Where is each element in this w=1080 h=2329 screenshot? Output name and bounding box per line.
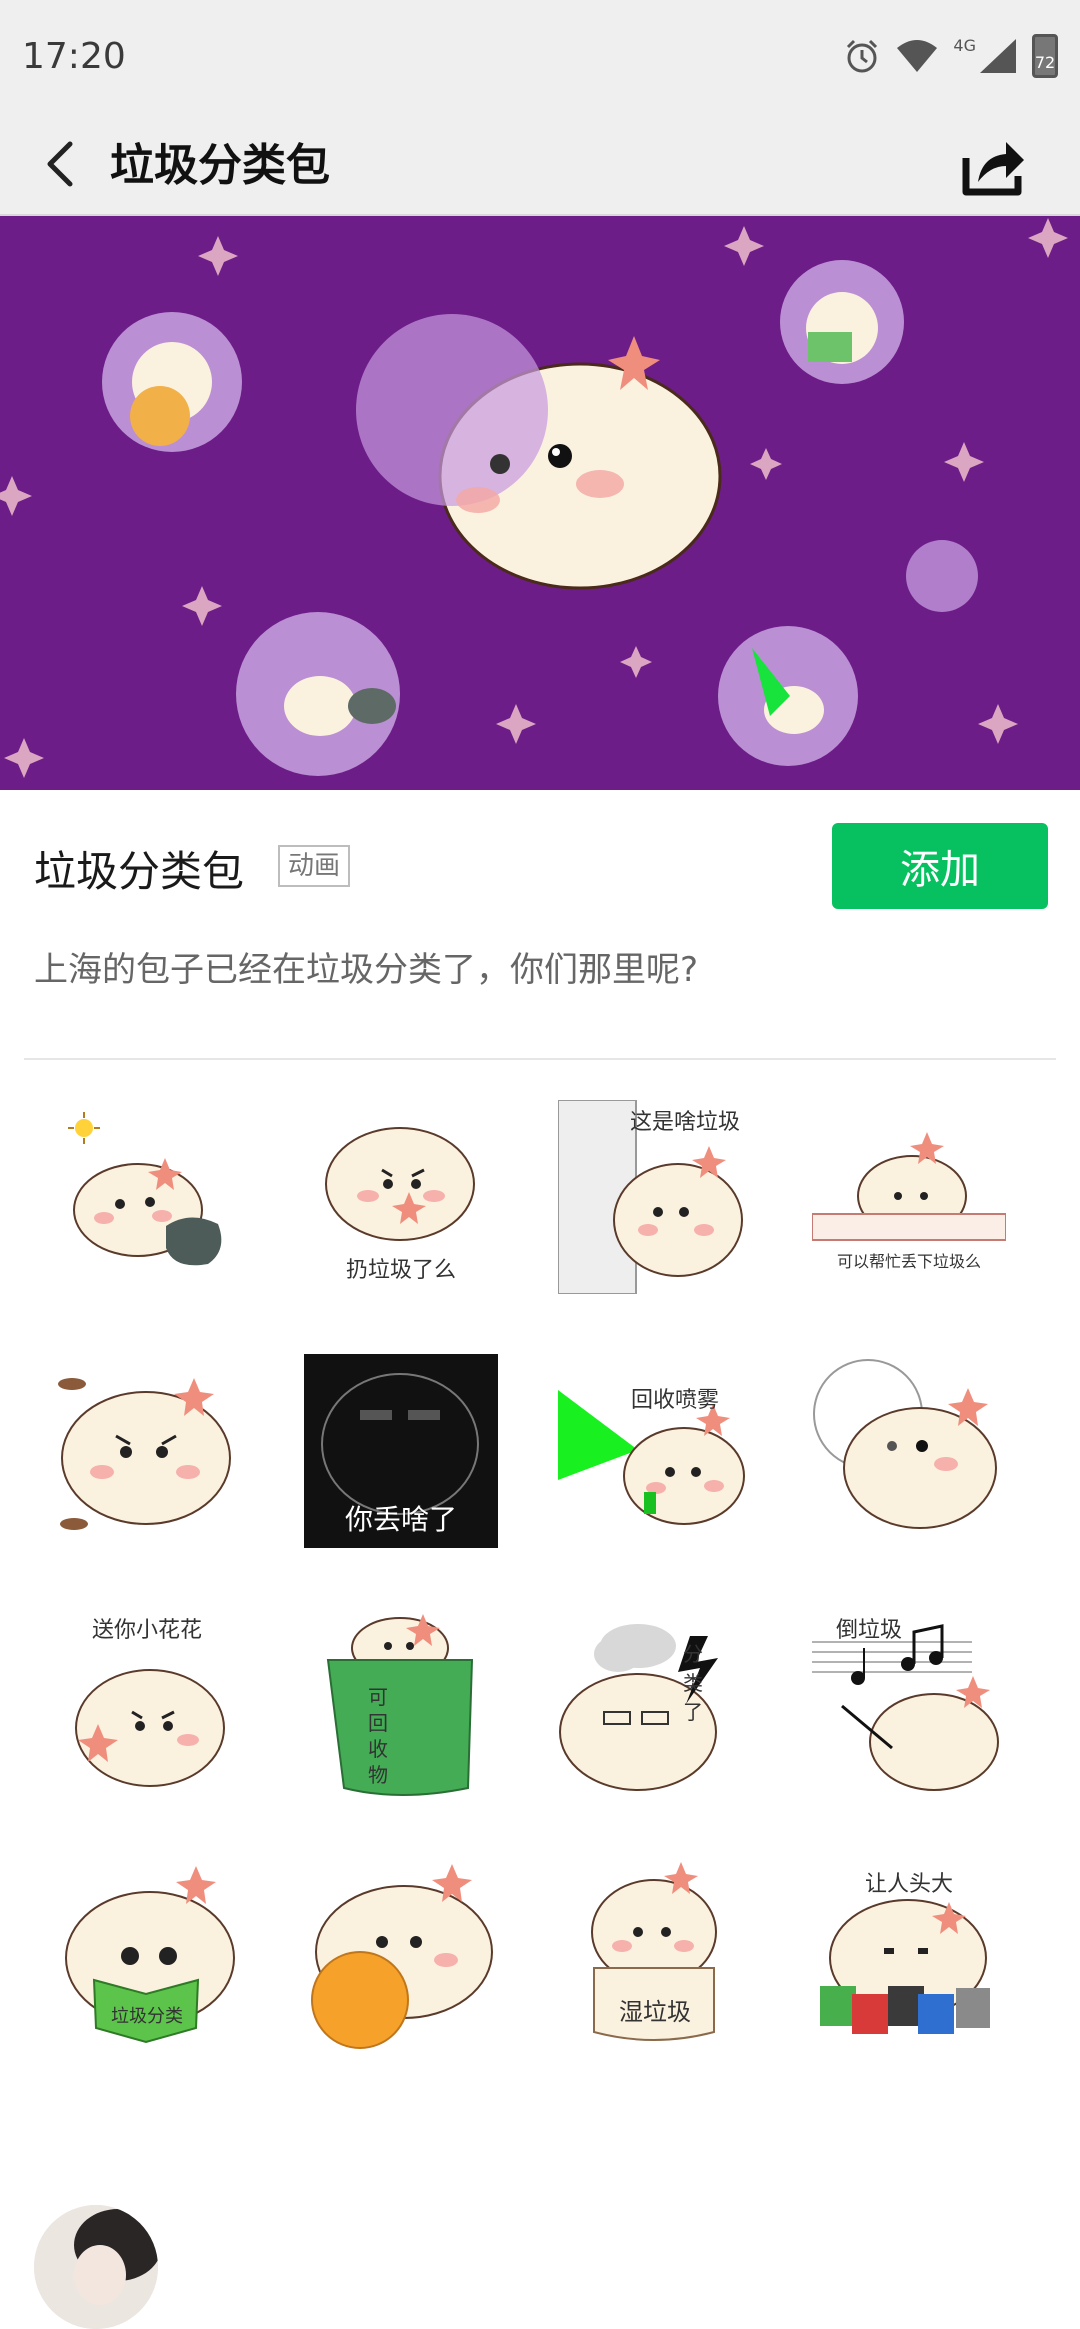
sticker-9[interactable]: 送你小花花 — [50, 1608, 244, 1802]
author-avatar[interactable] — [34, 2205, 158, 2329]
back-button[interactable] — [30, 132, 94, 196]
battery-level: 72 — [1034, 53, 1056, 72]
sticker-11-caption: 分类了 — [683, 1642, 703, 1724]
page-title: 垃圾分类包 — [110, 140, 330, 191]
sticker-16-caption: 让人头大 — [864, 1872, 953, 1897]
sticker-4[interactable]: 可以帮忙丢下垃圾么 — [812, 1100, 1006, 1294]
wifi-icon — [897, 40, 938, 72]
sticker-11[interactable]: 分类了 — [558, 1608, 752, 1802]
sticker-10-art — [326, 1614, 474, 1796]
sticker-grid: 扔垃圾了么 这是啥垃圾 可以帮忙丢下垃圾么 你丢啥了 回收喷雾 送你小花花 可回… — [50, 1100, 1050, 2110]
sticker-3[interactable]: 这是啥垃圾 — [558, 1100, 752, 1294]
sticker-5[interactable] — [50, 1354, 244, 1548]
sticker-4-caption: 可以帮忙丢下垃圾么 — [836, 1252, 981, 1271]
sticker-5-art — [58, 1378, 231, 1530]
pack-banner — [0, 216, 1080, 790]
sticker-1[interactable] — [50, 1100, 244, 1294]
sticker-6[interactable]: 你丢啥了 — [304, 1354, 498, 1548]
sticker-9-caption: 送你小花花 — [91, 1618, 202, 1643]
sticker-10-caption: 可回收物 — [368, 1685, 388, 1787]
sticker-8[interactable] — [812, 1354, 1006, 1548]
sticker-8-art — [813, 1359, 997, 1529]
divider — [24, 1058, 1056, 1060]
sticker-15-caption: 湿垃圾 — [619, 1998, 691, 2026]
add-button[interactable]: 添加 — [832, 823, 1048, 909]
sticker-10[interactable]: 可回收物 — [304, 1608, 498, 1802]
sticker-2-caption: 扔垃圾了么 — [345, 1258, 456, 1283]
sticker-6-caption: 你丢啥了 — [344, 1503, 457, 1536]
sticker-3-caption: 这是啥垃圾 — [629, 1110, 740, 1135]
sticker-13[interactable]: 垃圾分类 — [50, 1862, 244, 2056]
sticker-7-caption: 回收喷雾 — [630, 1388, 719, 1413]
banner-illustration — [0, 216, 1080, 790]
sticker-11-art — [559, 1624, 718, 1791]
pack-tag: 动画 — [278, 845, 351, 887]
alarm-icon — [847, 39, 878, 73]
battery-icon: 72 — [1032, 34, 1058, 78]
sticker-1-art — [68, 1112, 222, 1266]
sticker-2[interactable]: 扔垃圾了么 — [304, 1100, 498, 1294]
sticker-15[interactable]: 湿垃圾 — [558, 1862, 752, 2056]
sticker-12-caption: 倒垃圾 — [835, 1618, 902, 1643]
status-time: 17:20 — [22, 36, 126, 77]
pack-description: 上海的包子已经在垃圾分类了，你们那里呢? — [34, 950, 699, 990]
sticker-16[interactable]: 让人头大 — [812, 1862, 1006, 2056]
sticker-14-art — [311, 1864, 493, 2049]
signal-icon — [980, 39, 1016, 73]
share-icon — [962, 142, 1024, 196]
share-button[interactable] — [952, 126, 1032, 206]
sticker-12[interactable]: 倒垃圾 — [812, 1608, 1006, 1802]
sticker-7[interactable]: 回收喷雾 — [558, 1354, 752, 1548]
network-type: 4G — [953, 35, 976, 55]
avatar-image — [34, 2205, 158, 2329]
status-bar: 17:20 4G 72 — [0, 0, 1080, 116]
pack-name: 垃圾分类包 — [34, 847, 245, 896]
sticker-14[interactable] — [304, 1862, 498, 2056]
back-arrow-icon — [47, 141, 73, 187]
status-icons: 4G 72 — [843, 34, 1058, 78]
app-bar: 垃圾分类包 — [0, 116, 1080, 216]
sticker-13-caption: 垃圾分类 — [111, 2006, 183, 2027]
